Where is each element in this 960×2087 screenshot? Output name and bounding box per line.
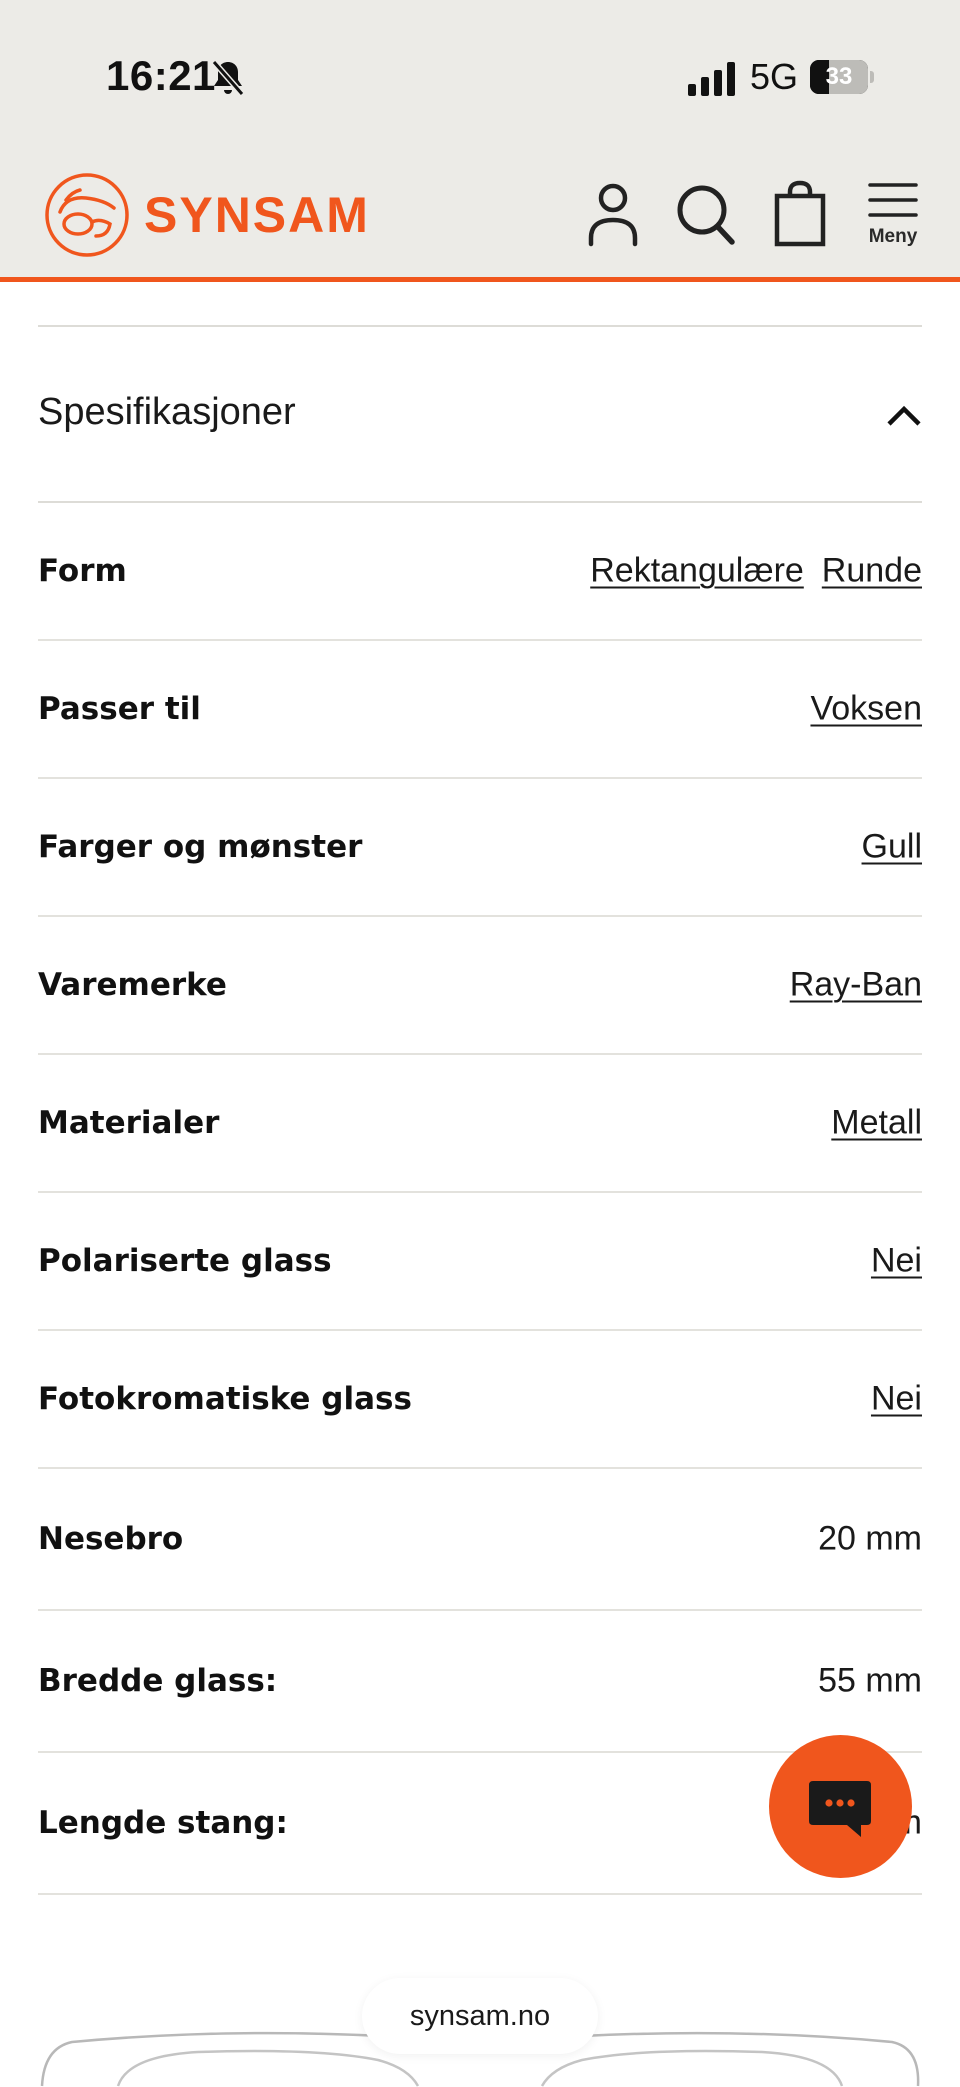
logo-text: SYNSAM [144, 187, 370, 243]
chat-bubble-icon [809, 1781, 871, 1837]
spec-values: 20 mm [818, 1520, 922, 1559]
browser-url-pill[interactable]: synsam.no [362, 1978, 598, 2054]
cellular-signal-icon [688, 62, 735, 96]
spec-values: Ray-Ban [790, 966, 922, 1005]
spec-value: 20 mm [818, 1519, 922, 1558]
spec-value-link[interactable]: Voksen [810, 690, 922, 729]
menu-label: Meny [868, 226, 918, 247]
chat-button[interactable] [769, 1735, 912, 1878]
spec-value-link[interactable]: Ray-Ban [790, 966, 922, 1005]
spec-value-link[interactable]: Metall [831, 1104, 922, 1143]
spec-row: Varemerke Ray-Ban [38, 917, 922, 1055]
spec-label: Fotokromatiske glass [38, 1381, 412, 1417]
spec-values: 55 mm [818, 1662, 922, 1701]
search-icon[interactable] [674, 180, 738, 248]
specifications-list: Form Rektangulære Runde Passer til Voksen Far… [38, 503, 922, 1895]
specifications-title: Spesifikasjoner [38, 391, 296, 433]
spec-label: Form [38, 553, 127, 589]
logo-mark-icon [45, 173, 129, 257]
menu-button[interactable]: Meny [860, 176, 926, 266]
spec-label: Passer til [38, 691, 201, 727]
spec-label: Polariserte glass [38, 1243, 332, 1279]
spec-label: Varemerke [38, 967, 227, 1003]
account-icon[interactable] [581, 180, 645, 248]
spec-values: Nei [871, 1380, 922, 1419]
spec-value-link[interactable]: Gull [862, 828, 922, 867]
spec-row: Bredde glass: 55 mm [38, 1611, 922, 1753]
battery-icon: 33 [810, 60, 874, 94]
spec-label: Nesebro [38, 1521, 184, 1557]
spec-values: Nei [871, 1242, 922, 1281]
spec-label: Bredde glass: [38, 1663, 278, 1699]
spec-row: Fotokromatiske glass Nei [38, 1331, 922, 1469]
spec-value-link[interactable]: Runde [822, 552, 922, 591]
hamburger-menu-icon [868, 183, 918, 217]
battery-level: 33 [825, 63, 853, 90]
network-type: 5G [750, 56, 799, 97]
spec-values: Gull [862, 828, 922, 867]
spec-value-link[interactable]: Nei [871, 1242, 922, 1281]
shopping-bag-icon[interactable] [768, 180, 832, 248]
spec-label: Lengde stang: [38, 1805, 288, 1841]
site-header: SYNSAM Meny [0, 150, 960, 282]
spec-values: Rektangulære Runde [590, 552, 922, 591]
spec-row: Form Rektangulære Runde [38, 503, 922, 641]
synsam-logo[interactable]: SYNSAM [44, 170, 370, 260]
spec-values: Metall [831, 1104, 922, 1143]
spec-values: Voksen [810, 690, 922, 729]
spec-row: Farger og mønster Gull [38, 779, 922, 917]
spec-value-link[interactable]: Nei [871, 1380, 922, 1419]
specifications-accordion-toggle[interactable]: Spesifikasjoner [38, 327, 922, 503]
status-bar: 16:21 5G 33 [0, 0, 960, 150]
spec-label: Materialer [38, 1105, 220, 1141]
chevron-up-icon [887, 405, 921, 426]
spec-row: Polariserte glass Nei [38, 1193, 922, 1331]
status-time: 16:21 [106, 52, 216, 99]
bell-muted-icon [211, 60, 245, 96]
spec-row: Nesebro 20 mm [38, 1469, 922, 1611]
spec-value-link[interactable]: Rektangulære [590, 552, 804, 591]
spec-label: Farger og mønster [38, 829, 363, 865]
spec-row: Passer til Voksen [38, 641, 922, 779]
spec-value: 55 mm [818, 1661, 922, 1700]
spec-row: Materialer Metall [38, 1055, 922, 1193]
